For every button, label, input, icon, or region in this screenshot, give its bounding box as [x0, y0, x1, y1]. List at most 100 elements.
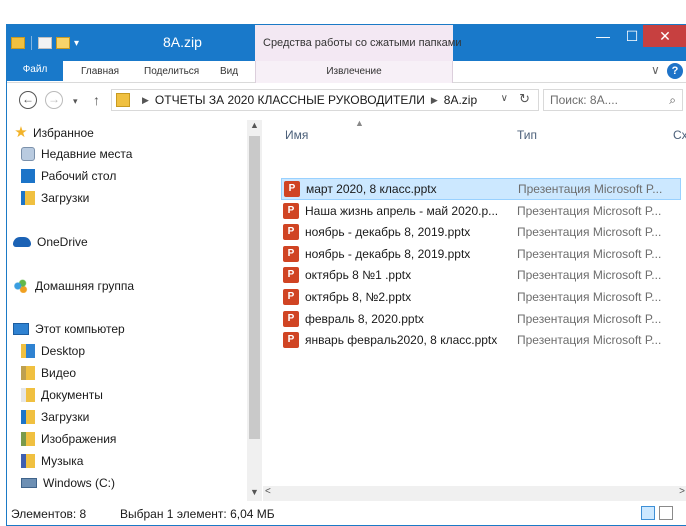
zip-folder-icon	[116, 93, 130, 107]
window-title: 8A.zip	[163, 34, 202, 50]
horizontal-scrollbar[interactable]: < >	[263, 486, 686, 501]
nav-homegroup[interactable]: Домашняя группа	[13, 276, 134, 296]
search-icon[interactable]: ⌕	[669, 93, 676, 108]
drive-icon	[21, 478, 37, 488]
nav-videos[interactable]: Видео	[21, 363, 76, 383]
context-tab-group-label: Средства работы со сжатыми папками	[263, 37, 462, 49]
powerpoint-file-icon: P	[283, 224, 299, 241]
file-type: Презентация Microsoft P...	[517, 225, 662, 240]
desktop-strip	[0, 0, 686, 24]
tab-file[interactable]: Файл	[7, 61, 63, 81]
file-row[interactable]: Pянварь февраль2020, 8 класс.pptx Презент…	[281, 329, 681, 351]
help-icon[interactable]: ?	[667, 63, 683, 79]
breadcrumb-chevron-icon[interactable]: ▶	[142, 95, 149, 106]
nav-pc-downloads[interactable]: Загрузки	[21, 407, 89, 427]
file-name: ноябрь - декабрь 8, 2019.pptx	[305, 246, 471, 261]
status-bar: Элементов: 8 Выбран 1 элемент: 6,04 МБ	[7, 501, 686, 525]
file-type: Презентация Microsoft P...	[517, 203, 662, 218]
recent-places-icon	[21, 147, 35, 161]
address-bar[interactable]: ▶ ОТЧЕТЫ ЗА 2020 КЛАССНЫЕ РУКОВОДИТЕЛИ ▶…	[111, 89, 539, 111]
scroll-left-icon[interactable]: <	[265, 486, 271, 497]
breadcrumb-segment[interactable]: 8A.zip	[444, 93, 477, 107]
large-icons-view-icon[interactable]	[659, 506, 673, 520]
new-folder-icon[interactable]	[56, 37, 70, 49]
back-icon[interactable]: ←	[19, 91, 37, 109]
properties-icon[interactable]	[38, 37, 52, 49]
scrollbar-thumb[interactable]	[249, 136, 260, 439]
file-type: Презентация Microsoft P...	[518, 182, 663, 196]
file-list: ▲ Имя Тип Сх Pмарт 2020, 8 класс.pptxПре…	[263, 118, 686, 501]
nav-recent-places[interactable]: Недавние места	[21, 144, 132, 164]
column-type[interactable]: Тип	[517, 128, 537, 142]
tab-view[interactable]: Вид	[220, 61, 238, 83]
file-type: Презентация Microsoft P...	[517, 268, 662, 283]
file-type: Презентация Microsoft P...	[517, 290, 662, 304]
nav-music[interactable]: Музыка	[21, 451, 83, 471]
scroll-down-icon[interactable]: ▼	[247, 487, 262, 501]
scroll-right-icon[interactable]: >	[679, 486, 685, 497]
file-row[interactable]: Pфевраль 8, 2020.pptx Презентация Microso…	[281, 308, 681, 330]
tab-home[interactable]: Главная	[81, 61, 119, 83]
file-name: октябрь 8 №1 .pptx	[305, 268, 412, 283]
breadcrumb-chevron-icon[interactable]: ▶	[431, 95, 438, 106]
nav-label: Рабочий стол	[41, 169, 117, 183]
minimize-button[interactable]: —	[589, 25, 617, 47]
file-name: Наша жизнь апрель - май 2020.p...	[305, 203, 499, 218]
expand-ribbon-icon[interactable]: ∨	[651, 63, 660, 77]
powerpoint-file-icon: P	[283, 289, 299, 305]
quick-access-toolbar: ▾	[11, 33, 79, 53]
column-compressed[interactable]: Сх	[673, 128, 686, 142]
nav-desktop[interactable]: Рабочий стол	[21, 166, 116, 186]
scroll-up-icon[interactable]: ▲	[247, 120, 262, 134]
maximize-button[interactable]: ☐	[619, 25, 645, 47]
file-name: март 2020, 8 класс.pptx	[306, 182, 437, 196]
desktop-folder-icon	[21, 344, 35, 358]
powerpoint-file-icon: P	[283, 332, 299, 349]
nav-label: Этот компьютер	[35, 322, 125, 336]
close-button[interactable]: ✕	[643, 25, 686, 47]
nav-pictures[interactable]: Изображения	[21, 429, 116, 449]
file-name: ноябрь - декабрь 8, 2019.pptx	[305, 225, 471, 240]
ribbon-tabs: Файл Главная Поделиться Вид Извлечение ∨…	[7, 61, 686, 83]
file-row[interactable]: P Наша жизнь апрель - май 2020.p... Презен…	[281, 200, 681, 222]
tab-share[interactable]: Поделиться	[144, 61, 199, 83]
column-name[interactable]: Имя	[285, 128, 308, 142]
file-name: январь февраль2020, 8 класс.pptx	[305, 333, 498, 348]
nav-label: Домашняя группа	[35, 279, 135, 293]
explorer-window: ▾ 8A.zip Средства работы со сжатыми папк…	[6, 24, 686, 526]
nav-downloads[interactable]: Загрузки	[21, 188, 89, 208]
forward-icon[interactable]: →	[45, 91, 63, 109]
address-dropdown-icon[interactable]: ∨	[501, 93, 508, 104]
downloads-icon	[21, 191, 35, 205]
nav-drive-c[interactable]: Windows (C:)	[21, 473, 115, 493]
up-icon[interactable]: ↑	[93, 92, 100, 108]
nav-pc-desktop[interactable]: Desktop	[21, 341, 85, 361]
breadcrumb-segment[interactable]: ОТЧЕТЫ ЗА 2020 КЛАССНЫЕ РУКОВОДИТЕЛИ	[155, 93, 425, 107]
computer-icon	[13, 323, 29, 335]
refresh-icon[interactable]: ↻	[519, 91, 530, 107]
customize-toolbar-icon[interactable]: ▾	[74, 38, 79, 49]
file-row[interactable]: Pмарт 2020, 8 класс.pptx Презентация Micr…	[281, 178, 681, 200]
pictures-folder-icon	[21, 432, 35, 446]
navigation-scrollbar[interactable]: ▲ ▼	[247, 120, 262, 501]
file-row[interactable]: Pоктябрь 8, №2.pptx Презентация Microsoft…	[281, 286, 681, 308]
file-type: Презентация Microsoft P...	[517, 246, 662, 261]
search-placeholder: Поиск: 8A....	[550, 93, 618, 107]
nav-label: Недавние места	[41, 147, 133, 161]
recent-locations-icon[interactable]: ▾	[73, 96, 78, 107]
file-row[interactable]: Pоктябрь 8 №1 .pptx Презентация Microsoft…	[281, 264, 681, 286]
nav-favorites[interactable]: ★ Избранное	[13, 123, 94, 143]
context-tab-group: Средства работы со сжатыми папками	[255, 25, 461, 61]
nav-label: Загрузки	[41, 410, 90, 424]
file-row[interactable]: Pноябрь - декабрь 8, 2019.pptx Презентаци…	[281, 221, 681, 243]
column-header: Имя Тип Сх	[263, 124, 686, 148]
file-row[interactable]: Pноябрь - декабрь 8, 2019.pptx Презентаци…	[281, 243, 681, 265]
nav-onedrive[interactable]: OneDrive	[13, 232, 88, 252]
nav-this-pc[interactable]: Этот компьютер	[13, 319, 125, 339]
tab-extract[interactable]: Извлечение	[255, 61, 453, 83]
search-input[interactable]: Поиск: 8A.... ⌕	[543, 89, 683, 111]
nav-documents[interactable]: Документы	[21, 385, 103, 405]
details-view-icon[interactable]	[641, 506, 655, 520]
nav-label: Документы	[41, 388, 103, 402]
file-type: Презентация Microsoft P...	[517, 311, 662, 326]
